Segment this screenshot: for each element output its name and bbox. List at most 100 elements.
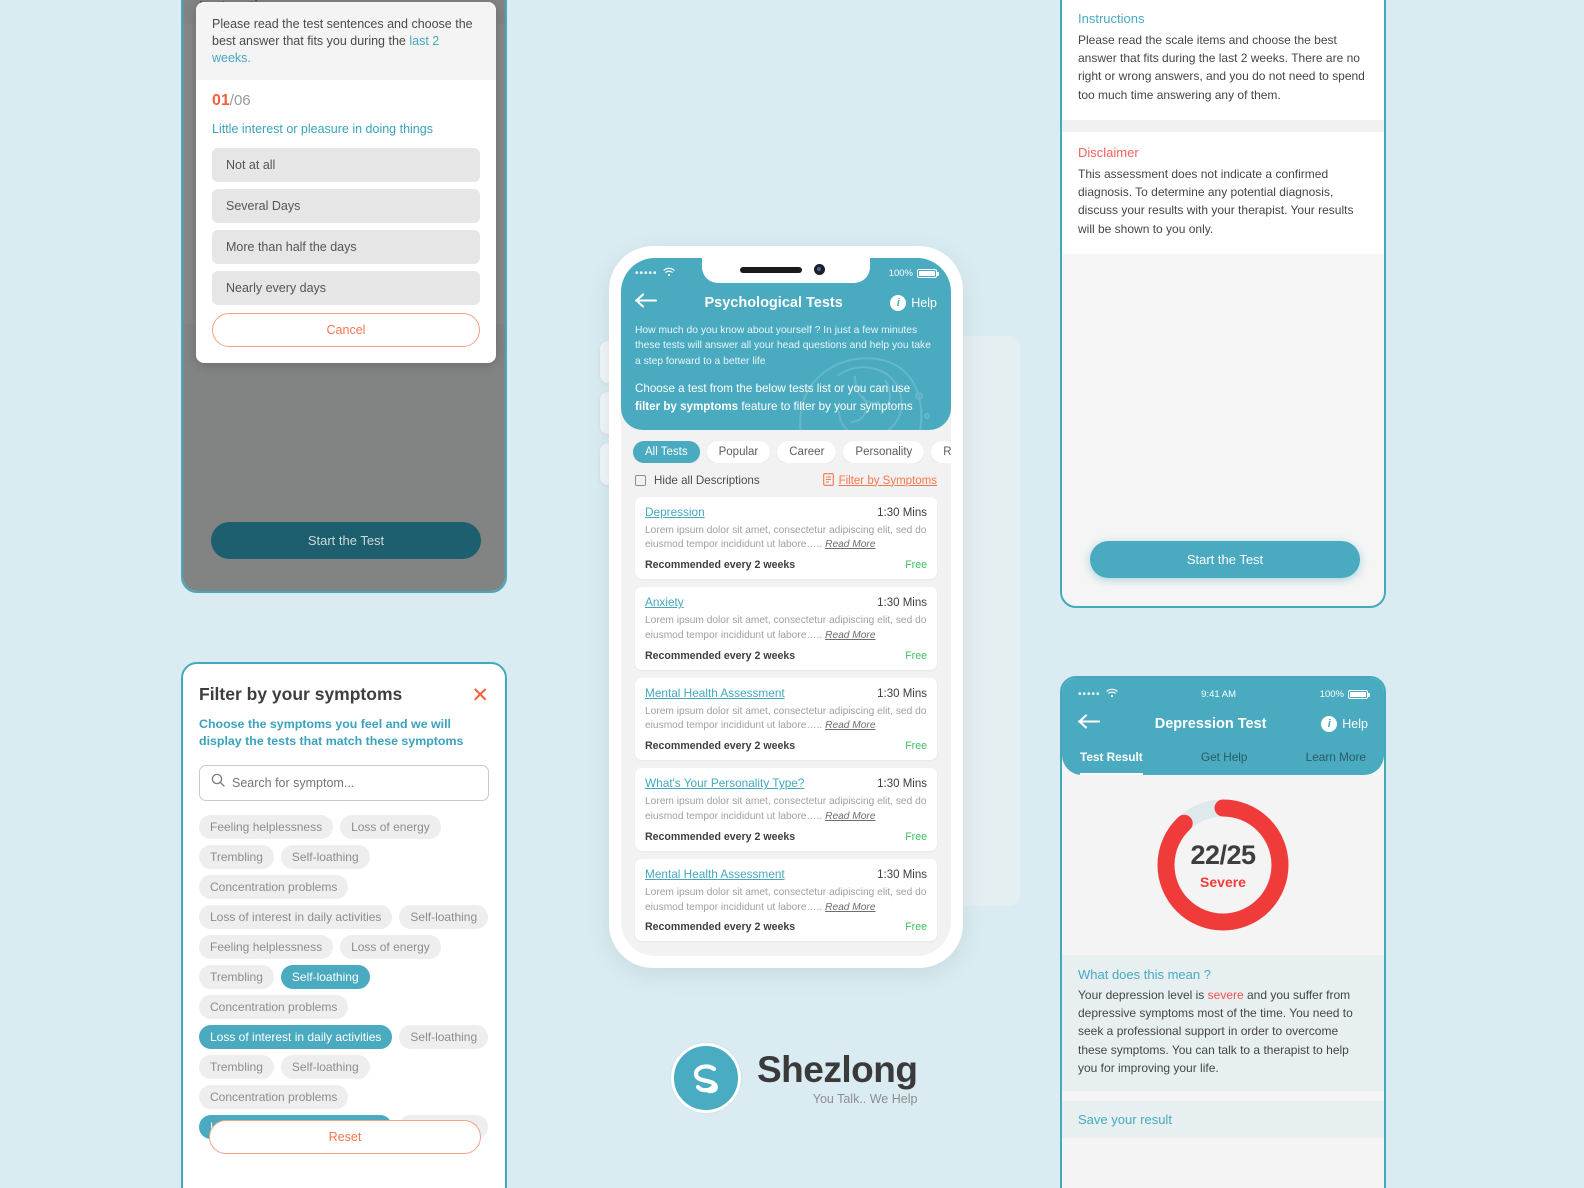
poster-canvas: Instructions Please read the test senten…	[0, 0, 1584, 1188]
question-counter-total: /06	[229, 91, 251, 109]
status-bar: ••••• 9:41 AM 100%	[1078, 686, 1370, 702]
result-tab[interactable]: Test Result	[1080, 750, 1143, 775]
symptom-chip[interactable]: Concentration problems	[199, 994, 349, 1019]
test-name[interactable]: Mental Health Assessment	[645, 867, 785, 881]
hide-descriptions-toggle[interactable]: Hide all Descriptions	[635, 474, 760, 487]
test-name[interactable]: Depression	[645, 505, 705, 519]
symptom-chip[interactable]: Loss of energy	[340, 814, 441, 839]
meaning-highlight: severe	[1207, 988, 1244, 1002]
reset-button[interactable]: Reset	[209, 1120, 481, 1154]
brand-name: Shezlong	[757, 1048, 918, 1090]
category-tabs: All Tests Popular Career Personality Relatio…	[621, 430, 951, 463]
save-result-section[interactable]: Save your result	[1062, 1101, 1384, 1139]
answer-option[interactable]: Nearly every days	[212, 270, 480, 305]
read-more-link[interactable]: Read More	[825, 720, 875, 731]
section-divider	[1062, 1091, 1384, 1102]
back-arrow-icon[interactable]	[634, 293, 658, 313]
question-modal-intro: Please read the test sentences and choos…	[196, 2, 496, 80]
help-button[interactable]: i Help	[1321, 716, 1368, 732]
price-badge: Free	[905, 740, 927, 753]
app-header: ••••• 100% Psychological Tests i Help Ho…	[621, 258, 951, 430]
test-card[interactable]: Mental Health Assessment 1:30 Mins Lorem i…	[635, 677, 937, 761]
start-test-button-disabled[interactable]: Start the Test	[211, 522, 481, 559]
symptom-chip[interactable]: Concentration problems	[199, 874, 349, 899]
app-nav-row: Psychological Tests i Help	[634, 293, 937, 313]
start-test-button[interactable]: Start the Test	[1090, 541, 1360, 578]
description-text: Lorem ipsum dolor sit amet, consectetur …	[645, 524, 927, 551]
category-tab[interactable]: Career	[777, 440, 837, 463]
category-tab[interactable]: Relation	[931, 440, 951, 463]
test-name[interactable]: Mental Health Assessment	[645, 686, 785, 700]
test-duration: 1:30 Mins	[877, 506, 927, 519]
symptom-chip[interactable]: Self-loathing	[280, 844, 370, 869]
symptom-chip[interactable]: Feeling helplessness	[199, 814, 334, 839]
answer-option[interactable]: Not at all	[212, 147, 480, 182]
meaning-prefix: Your depression level is	[1078, 988, 1208, 1002]
gauge-text: 22/25 Severe	[1153, 795, 1293, 935]
description-text: Lorem ipsum dolor sit amet, consectetur …	[645, 886, 927, 913]
screen-filter-symptoms: Filter by your symptoms ✕ Choose the sym…	[181, 662, 507, 1188]
symptom-chip[interactable]: Self-loathing	[399, 1024, 489, 1049]
meaning-body: Your depression level is severe and you …	[1078, 986, 1368, 1077]
test-name[interactable]: Anxiety	[645, 595, 684, 609]
test-card-bottom: Recommended every 2 weeks Free	[645, 650, 927, 662]
info-icon: i	[1321, 716, 1338, 732]
read-more-link[interactable]: Read More	[825, 539, 875, 550]
read-more-link[interactable]: Read More	[825, 811, 875, 822]
help-button[interactable]: i Help	[890, 295, 937, 311]
description-text: Lorem ipsum dolor sit amet, consectetur …	[645, 796, 927, 822]
symptom-chip[interactable]: Loss of energy	[340, 934, 441, 959]
wifi-icon	[662, 267, 675, 280]
symptom-chip[interactable]: Trembling	[199, 844, 274, 869]
back-arrow-icon[interactable]	[1077, 714, 1101, 734]
test-card[interactable]: What's Your Personality Type? 1:30 Mins Lo…	[635, 768, 937, 851]
test-duration: 1:30 Mins	[877, 687, 927, 700]
symptom-chip[interactable]: Self-loathing	[280, 964, 370, 989]
filter-header: Filter by your symptoms ✕	[199, 684, 489, 706]
answer-option[interactable]: More than half the days	[212, 229, 480, 264]
answer-option[interactable]: Several Days	[212, 188, 480, 223]
test-card[interactable]: Depression 1:30 Mins Lorem ipsum dolor sit…	[635, 496, 937, 580]
read-more-link[interactable]: Read More	[825, 630, 875, 641]
header-cta-suffix: feature to filter by your symptoms	[738, 399, 913, 413]
result-tab[interactable]: Learn More	[1306, 750, 1366, 775]
filter-subtitle: Choose the symptoms you feel and we will…	[199, 717, 464, 749]
question-modal-body: 01/06 Little interest or pleasure in doi…	[196, 80, 496, 363]
price-badge: Free	[905, 559, 927, 572]
symptom-chip[interactable]: Trembling	[199, 1054, 274, 1079]
search-input[interactable]	[232, 775, 477, 790]
symptom-chip[interactable]: Self-loathing	[280, 1054, 370, 1079]
symptom-chip[interactable]: Feeling helplessness	[199, 934, 334, 959]
result-tab[interactable]: Get Help	[1201, 750, 1248, 775]
test-card[interactable]: Mental Health Assessment 1:30 Mins Lorem i…	[635, 858, 937, 942]
symptom-search-box[interactable]	[199, 764, 489, 801]
filter-by-symptoms-link[interactable]: Filter by Symptoms	[822, 472, 937, 489]
info-icon: i	[890, 295, 907, 311]
test-card-top: Anxiety 1:30 Mins	[645, 595, 927, 609]
category-tab[interactable]: Personality	[843, 440, 925, 463]
symptom-chip[interactable]: Loss of interest in daily activities	[199, 904, 393, 929]
symptom-chip[interactable]: Loss of interest in daily activities	[199, 1024, 393, 1049]
test-name[interactable]: What's Your Personality Type?	[645, 776, 804, 790]
score-gauge-wrapper: 22/25 Severe	[1062, 775, 1384, 955]
test-description: Lorem ipsum dolor sit amet, consectetur …	[645, 524, 927, 554]
cancel-button[interactable]: Cancel	[212, 312, 480, 347]
close-icon[interactable]: ✕	[471, 685, 489, 706]
screen-question-modal: Instructions Please read the test senten…	[181, 0, 507, 593]
header-cta: Choose a test from the below tests list …	[635, 380, 937, 415]
symptom-chip[interactable]: Self-loathing	[399, 904, 489, 929]
symptom-chip[interactable]: Trembling	[199, 964, 274, 989]
test-card[interactable]: Anxiety 1:30 Mins Lorem ipsum dolor sit am…	[635, 587, 937, 670]
description-text: Lorem ipsum dolor sit amet, consectetur …	[645, 615, 927, 641]
recommendation-text: Recommended every 2 weeks	[645, 921, 796, 934]
score-gauge: 22/25 Severe	[1153, 795, 1293, 935]
symptom-chip[interactable]: Concentration problems	[199, 1084, 349, 1109]
read-more-link[interactable]: Read More	[825, 902, 875, 913]
recommendation-text: Recommended every 2 weeks	[645, 740, 796, 753]
test-card-top: Mental Health Assessment 1:30 Mins	[645, 867, 927, 881]
test-description: Lorem ipsum dolor sit amet, consectetur …	[645, 886, 927, 916]
battery-percent-label: 100%	[888, 267, 913, 279]
category-tab[interactable]: All Tests	[633, 440, 700, 463]
checkbox-icon[interactable]	[635, 475, 646, 487]
category-tab[interactable]: Popular	[706, 440, 771, 463]
